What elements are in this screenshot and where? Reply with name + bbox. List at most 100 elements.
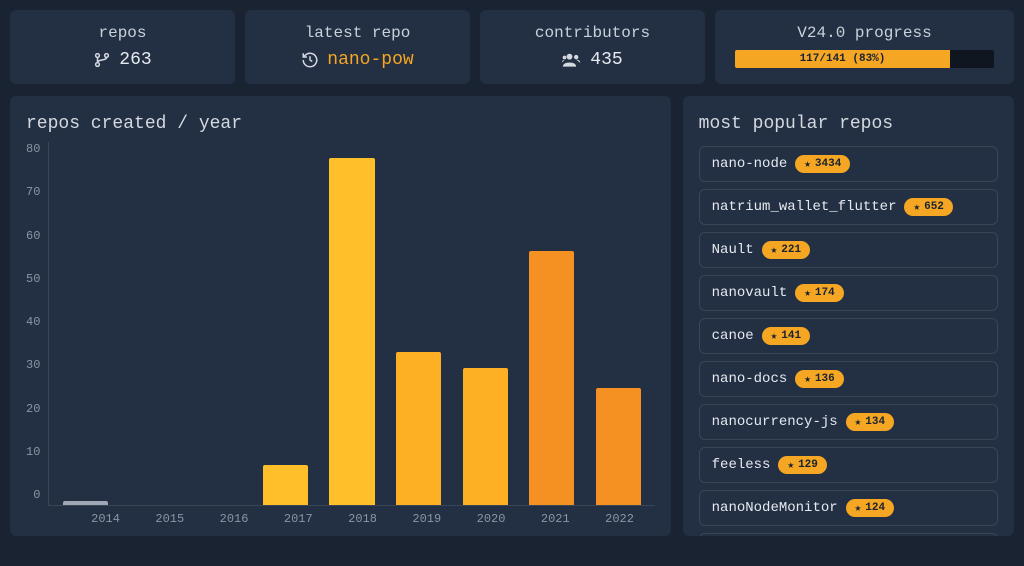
x-tick: 2015 bbox=[143, 512, 197, 526]
x-tick: 2022 bbox=[592, 512, 646, 526]
bar-col bbox=[191, 142, 248, 505]
star-badge: ★134 bbox=[846, 413, 894, 431]
star-count: 124 bbox=[865, 502, 885, 514]
star-count: 129 bbox=[798, 459, 818, 471]
x-tick: 2018 bbox=[335, 512, 389, 526]
chart-card: repos created / year 01020304050607080 2… bbox=[10, 96, 671, 536]
repo-row[interactable]: natrium_wallet_flutter★652 bbox=[699, 189, 998, 225]
bar[interactable] bbox=[329, 158, 374, 505]
repo-name: feeless bbox=[712, 457, 771, 473]
y-tick: 30 bbox=[26, 358, 40, 372]
users-icon bbox=[562, 51, 582, 69]
x-tick: 2019 bbox=[400, 512, 454, 526]
star-count: 136 bbox=[815, 373, 835, 385]
repo-row[interactable]: nano-docs ★ 136 bbox=[699, 361, 998, 397]
repo-name: canoe bbox=[712, 328, 754, 344]
progress-card: V24.0 progress 117/141 (83%) bbox=[715, 10, 1014, 84]
contributors-title: contributors bbox=[500, 24, 685, 42]
star-badge: ★652 bbox=[904, 198, 952, 216]
x-tick: 2017 bbox=[271, 512, 325, 526]
repos-card: repos 263 bbox=[10, 10, 235, 84]
bar[interactable] bbox=[396, 352, 441, 505]
bar-col bbox=[324, 142, 381, 505]
bar-col bbox=[390, 142, 447, 505]
plot bbox=[48, 142, 654, 506]
popular-title: most popular repos bbox=[699, 114, 998, 134]
star-icon: ★ bbox=[771, 329, 778, 343]
y-tick: 20 bbox=[26, 402, 40, 416]
bar-col bbox=[590, 142, 647, 505]
repo-row[interactable]: nanoNodeMonitor ★124 bbox=[699, 490, 998, 526]
repo-row[interactable]: nanovault ★ 174 bbox=[699, 275, 998, 311]
star-icon: ★ bbox=[855, 415, 862, 429]
star-count: 141 bbox=[781, 330, 801, 342]
repo-row[interactable]: feeless ★129 bbox=[699, 447, 998, 483]
bar[interactable] bbox=[63, 501, 108, 505]
y-tick: 70 bbox=[26, 185, 40, 199]
contributors-value: 435 bbox=[590, 50, 622, 70]
contributors-card: contributors 435 bbox=[480, 10, 705, 84]
star-badge: ★124 bbox=[846, 499, 894, 517]
repos-value: 263 bbox=[119, 50, 151, 70]
repo-row[interactable]: nanocurrency-js ★134 bbox=[699, 404, 998, 440]
progress-bar: 117/141 (83%) bbox=[735, 50, 994, 68]
x-tick: 2021 bbox=[528, 512, 582, 526]
star-badge: ★ 174 bbox=[795, 284, 843, 302]
star-icon: ★ bbox=[771, 243, 778, 257]
repo-row[interactable]: Nault ★221 bbox=[699, 232, 998, 268]
bar-col bbox=[257, 142, 314, 505]
x-tick: 2016 bbox=[207, 512, 261, 526]
stats-row: repos 263 latest repo nano-pow contribut… bbox=[10, 10, 1014, 84]
bar-col bbox=[457, 142, 514, 505]
bar-col bbox=[124, 142, 181, 505]
y-tick: 10 bbox=[26, 445, 40, 459]
star-badge: ★129 bbox=[778, 456, 826, 474]
popular-repos-card: most popular repos nano-node ★3434 natrium… bbox=[683, 96, 1014, 536]
progress-title: V24.0 progress bbox=[735, 24, 994, 42]
chart-title: repos created / year bbox=[26, 114, 655, 134]
star-badge: ★221 bbox=[762, 241, 810, 259]
git-branch-icon bbox=[93, 51, 111, 69]
star-badge: ★3434 bbox=[795, 155, 850, 173]
star-icon: ★ bbox=[855, 501, 862, 515]
repo-row[interactable]: canoe ★141 bbox=[699, 318, 998, 354]
repo-list: nano-node ★3434 natrium_wallet_flutter★652… bbox=[699, 146, 998, 536]
bar-col bbox=[57, 142, 114, 505]
history-icon bbox=[301, 51, 319, 69]
repo-name: nanocurrency-js bbox=[712, 414, 838, 430]
bar[interactable] bbox=[463, 368, 508, 505]
contributors-value-row: 435 bbox=[500, 50, 685, 70]
repo-name: nanovault bbox=[712, 285, 788, 301]
repo-name: nanoNodeMonitor bbox=[712, 500, 838, 516]
star-icon: ★ bbox=[804, 286, 811, 300]
star-count: 134 bbox=[865, 416, 885, 428]
y-tick: 0 bbox=[26, 488, 40, 502]
star-count: 221 bbox=[781, 244, 801, 256]
y-tick: 40 bbox=[26, 315, 40, 329]
repos-value-row: 263 bbox=[30, 50, 215, 70]
bar-col bbox=[523, 142, 580, 505]
x-tick: 2020 bbox=[464, 512, 518, 526]
repo-row[interactable]: nano-node ★3434 bbox=[699, 146, 998, 182]
bar[interactable] bbox=[596, 388, 641, 505]
latest-repo-value-row: nano-pow bbox=[265, 50, 450, 70]
repo-name: Nault bbox=[712, 242, 754, 258]
y-axis: 01020304050607080 bbox=[26, 142, 48, 526]
latest-repo-card: latest repo nano-pow bbox=[245, 10, 470, 84]
star-icon: ★ bbox=[804, 372, 811, 386]
bottom-row: repos created / year 01020304050607080 2… bbox=[10, 96, 1014, 536]
repo-name: nano-docs bbox=[712, 371, 788, 387]
repo-row[interactable]: nanocrawler★83 bbox=[699, 533, 998, 536]
x-tick: 2014 bbox=[78, 512, 132, 526]
latest-repo-title: latest repo bbox=[265, 24, 450, 42]
x-axis: 2014 2015 2016 2017 2018 2019 2020 2021 2022 bbox=[48, 506, 654, 526]
latest-repo-link[interactable]: nano-pow bbox=[327, 50, 413, 70]
repos-title: repos bbox=[30, 24, 215, 42]
star-count: 174 bbox=[815, 287, 835, 299]
y-tick: 50 bbox=[26, 272, 40, 286]
bar[interactable] bbox=[263, 465, 308, 505]
star-badge: ★ 136 bbox=[795, 370, 843, 388]
chart-area: 01020304050607080 2014201520162017201820… bbox=[26, 142, 655, 526]
repo-name: nano-node bbox=[712, 156, 788, 172]
bar[interactable] bbox=[529, 251, 574, 505]
